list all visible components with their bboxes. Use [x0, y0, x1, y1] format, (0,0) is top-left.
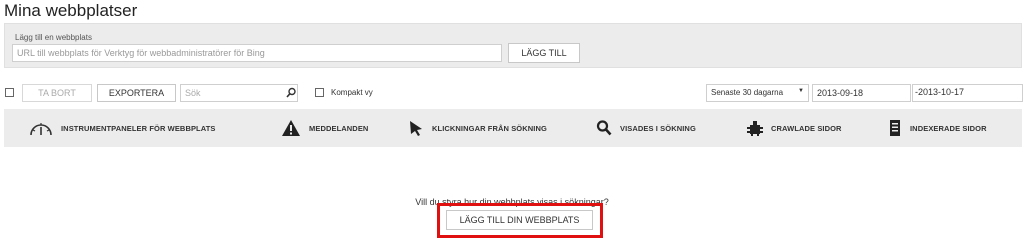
nav-item-crawled-pages[interactable]: CRAWLADE SIDOR	[747, 109, 842, 147]
add-site-panel: Lägg till en webbplats LÄGG TILL	[4, 23, 1022, 68]
add-your-site-button[interactable]: LÄGG TILL DIN WEBBPLATS	[446, 210, 593, 230]
compact-view-checkbox[interactable]	[315, 88, 324, 97]
site-url-input[interactable]	[12, 44, 502, 62]
search-input[interactable]	[180, 84, 298, 102]
add-site-button[interactable]: LÄGG TILL	[508, 43, 580, 63]
date-range-value: Senaste 30 dagarna	[711, 88, 784, 97]
cursor-icon	[410, 121, 422, 136]
dashboard-icon	[30, 123, 52, 136]
date-from-input[interactable]	[812, 84, 911, 102]
warning-icon	[282, 120, 300, 136]
magnifier-icon	[596, 120, 612, 136]
nav-item-search-clicks[interactable]: KLICKNINGAR FRÅN SÖKNING	[408, 109, 547, 147]
date-range-select[interactable]: Senaste 30 dagarna ▼	[706, 84, 809, 102]
nav-item-search-impressions[interactable]: VISADES I SÖKNING	[596, 109, 696, 147]
delete-button[interactable]: TA BORT	[22, 84, 92, 102]
nav-label-search-impressions: VISADES I SÖKNING	[620, 123, 696, 133]
nav-label-dashboard: INSTRUMENTPANELER FÖR WEBBPLATS	[61, 123, 216, 133]
nav-item-indexed-pages[interactable]: INDEXERADE SIDOR	[888, 109, 987, 147]
nav-label-messages: MEDDELANDEN	[309, 123, 369, 133]
compact-view-label: Kompakt vy	[331, 88, 373, 97]
export-button[interactable]: EXPORTERA	[97, 84, 176, 102]
nav-item-dashboard[interactable]: INSTRUMENTPANELER FÖR WEBBPLATS	[29, 109, 215, 147]
nav-label-crawled-pages: CRAWLADE SIDOR	[771, 123, 842, 133]
page-title: Mina webbplatser	[4, 1, 138, 20]
date-to-value: 2013-10-17	[918, 87, 965, 97]
nav-label-indexed-pages: INDEXERADE SIDOR	[910, 123, 987, 133]
nav-label-search-clicks: KLICKNINGAR FRÅN SÖKNING	[432, 123, 547, 133]
select-all-checkbox[interactable]	[5, 88, 14, 97]
add-site-label: Lägg till en webbplats	[15, 33, 92, 42]
search-icon[interactable]	[286, 86, 296, 104]
crawler-icon	[747, 121, 763, 136]
chevron-down-icon: ▼	[798, 88, 804, 94]
date-to-input[interactable]: -2013-10-17	[912, 84, 1023, 102]
nav-item-messages[interactable]: MEDDELANDEN	[281, 109, 368, 147]
feature-nav-bar: INSTRUMENTPANELER FÖR WEBBPLATS MEDDELAN…	[4, 109, 1022, 147]
document-icon	[890, 120, 900, 136]
